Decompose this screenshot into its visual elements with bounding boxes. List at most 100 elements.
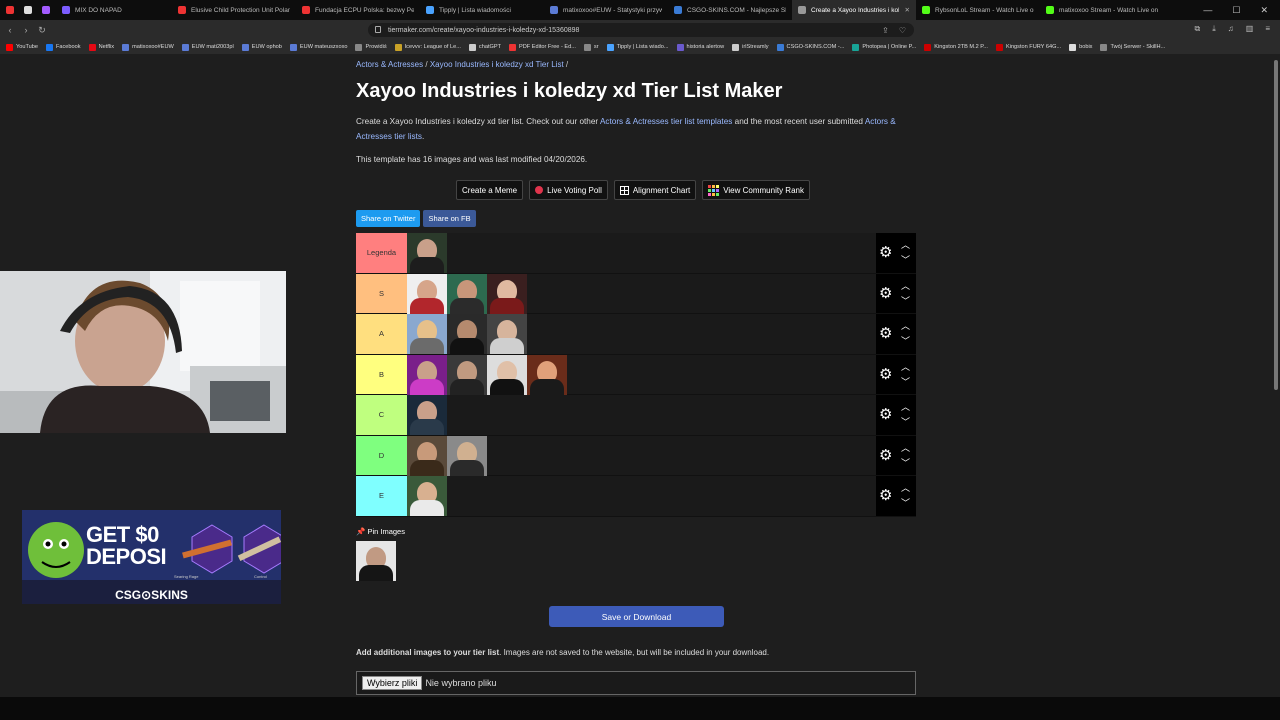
bookmark-item[interactable]: PDF Editor Free - Ed... (509, 43, 576, 51)
bookmark-item[interactable]: sr (583, 43, 599, 51)
browser-tab[interactable]: Tipply | Lista wiadomości (420, 0, 544, 20)
chevron-up-icon[interactable]: ︿ (901, 279, 910, 292)
share-icon[interactable]: ⇪ (882, 26, 889, 35)
browser-tab[interactable]: Create a Xayoo Industries i kole ✕ (792, 0, 916, 20)
tier-image[interactable] (447, 435, 487, 476)
browser-tab[interactable]: RybsonLoL Stream - Watch Live on K (916, 0, 1040, 20)
pinned-tab-icon[interactable] (42, 6, 50, 14)
bookmark-item[interactable]: Netflix (88, 43, 114, 51)
tier-image[interactable] (407, 435, 447, 476)
tier-items[interactable] (407, 354, 876, 395)
chevron-up-icon[interactable]: ︿ (901, 441, 910, 454)
save-download-button[interactable]: Save or Download (549, 606, 724, 627)
bookmark-item[interactable]: Icevvv: League of Le... (394, 43, 461, 51)
breadcrumb-page[interactable]: Xayoo Industries i koledzy xd Tier List (430, 60, 564, 69)
pinned-tab-icon[interactable] (6, 6, 14, 14)
tier-items[interactable] (407, 314, 876, 354)
share-fb-button[interactable]: Share on FB (423, 210, 476, 227)
browser-tab[interactable]: matixoxoo Stream - Watch Live on K (1040, 0, 1164, 20)
chevron-down-icon[interactable]: ﹀ (901, 456, 910, 469)
file-upload-field[interactable]: Wybierz pliki Nie wybrano pliku (356, 671, 916, 695)
alignment-chart-button[interactable]: Alignment Chart (613, 180, 697, 200)
gear-icon[interactable]: ⚙ (879, 488, 892, 503)
tier-items[interactable] (407, 233, 876, 273)
scrollbar[interactable] (1274, 60, 1278, 390)
tier-image[interactable] (487, 314, 527, 354)
reload-icon[interactable]: ↻ (34, 25, 50, 36)
bookmark-item[interactable]: irlStreamly (732, 43, 769, 51)
chevron-up-icon[interactable]: ︿ (901, 238, 910, 251)
tier-image[interactable] (487, 273, 527, 314)
maximize-icon[interactable]: ☐ (1232, 5, 1240, 16)
bookmark-item[interactable]: matixoxoo#EUW (122, 43, 174, 51)
tier-label[interactable]: A (356, 314, 407, 354)
chevron-down-icon[interactable]: ﹀ (901, 334, 910, 347)
chevron-down-icon[interactable]: ﹀ (901, 253, 910, 266)
tier-label[interactable]: Legenda (356, 233, 407, 273)
tier-label[interactable]: D (356, 435, 407, 475)
csgoskins-ad[interactable]: GET $0 DEPOSI Searing Rage Control CSG⊙S… (22, 510, 281, 604)
tier-image[interactable] (407, 395, 447, 435)
minimize-icon[interactable]: — (1203, 5, 1212, 15)
music-icon[interactable]: ♫ (1228, 24, 1234, 34)
create-meme-button[interactable]: Create a Meme (456, 180, 524, 200)
chevron-down-icon[interactable]: ﹀ (901, 294, 910, 307)
bookmark-item[interactable]: CSGO-SKINS.COM -... (776, 43, 844, 51)
breadcrumb-category[interactable]: Actors & Actresses (356, 60, 423, 69)
gear-icon[interactable]: ⚙ (879, 367, 892, 382)
pinned-tab-icon[interactable] (24, 6, 32, 14)
tier-image[interactable] (356, 541, 396, 581)
browser-tab[interactable]: CSGO-SKINS.COM - Najlepsze Skrzy (668, 0, 792, 20)
tier-image[interactable] (407, 476, 447, 516)
bookmark-item[interactable]: Kingston 2TB M.2 P... (924, 43, 988, 51)
close-tab-icon[interactable]: ✕ (905, 6, 910, 14)
back-icon[interactable]: ‹ (2, 25, 18, 35)
tier-image[interactable] (407, 273, 447, 314)
gear-icon[interactable]: ⚙ (879, 326, 892, 341)
bookmark-item[interactable]: Photopea | Online P... (852, 43, 916, 51)
tier-image[interactable] (407, 314, 447, 354)
bookmark-item[interactable]: EUW mati2003pl (181, 43, 234, 51)
close-icon[interactable]: ✕ (1260, 5, 1268, 16)
bookmark-item[interactable]: Kingston FURY 64G... (995, 43, 1061, 51)
tier-items[interactable] (407, 273, 876, 314)
gear-icon[interactable]: ⚙ (879, 407, 892, 422)
browser-tab[interactable]: Elusive Child Protection Unit Poland (172, 0, 296, 20)
tier-label[interactable]: B (356, 354, 407, 394)
bookmark-item[interactable]: historia alertow (676, 43, 724, 51)
tier-image[interactable] (487, 354, 527, 395)
share-twitter-button[interactable]: Share on Twitter (356, 210, 421, 227)
download-icon[interactable]: ⤓ (1212, 24, 1216, 34)
gear-icon[interactable]: ⚙ (879, 245, 892, 260)
tier-image[interactable] (407, 233, 447, 273)
chevron-up-icon[interactable]: ︿ (901, 319, 910, 332)
menu-icon[interactable]: ≡ (1265, 24, 1270, 34)
tier-items[interactable] (407, 476, 876, 516)
tier-items[interactable] (407, 435, 876, 476)
chevron-down-icon[interactable]: ﹀ (901, 496, 910, 509)
bookmark-item[interactable]: chatGPT (468, 43, 501, 51)
bookmark-item[interactable]: Facebook (45, 43, 81, 51)
bookmark-item[interactable]: EUW mateuszxoxo (289, 43, 347, 51)
category-templates-link[interactable]: Actors & Actresses tier list templates (600, 117, 732, 126)
tier-label[interactable]: C (356, 395, 407, 435)
browser-tab[interactable]: Fundacja ECPU Polska: bezwy Pedofi (296, 0, 420, 20)
gear-icon[interactable]: ⚙ (879, 448, 892, 463)
sidebar-icon[interactable]: ▥ (1246, 24, 1254, 34)
tier-image[interactable] (447, 273, 487, 314)
browser-tab[interactable]: MIX DO NAPAD (56, 0, 172, 20)
tier-image[interactable] (447, 354, 487, 395)
chevron-up-icon[interactable]: ︿ (901, 360, 910, 373)
bookmark-item[interactable]: YouTube (6, 43, 38, 51)
url-input[interactable]: tiermaker.com/create/xayoo-industries-i-… (368, 23, 914, 37)
tier-image[interactable] (407, 354, 447, 395)
community-rank-button[interactable]: View Community Rank (702, 180, 810, 200)
choose-files-button[interactable]: Wybierz pliki (362, 676, 423, 690)
bookmark-item[interactable]: Prowidiś (355, 43, 387, 51)
gear-icon[interactable]: ⚙ (879, 286, 892, 301)
bookmark-item[interactable]: Twój Serwer - SkillH... (1100, 43, 1165, 51)
chevron-down-icon[interactable]: ﹀ (901, 415, 910, 428)
live-voting-poll-button[interactable]: Live Voting Poll (529, 180, 608, 200)
bookmark-icon[interactable]: ♡ (899, 26, 906, 35)
bookmark-item[interactable]: bobix (1069, 43, 1092, 51)
